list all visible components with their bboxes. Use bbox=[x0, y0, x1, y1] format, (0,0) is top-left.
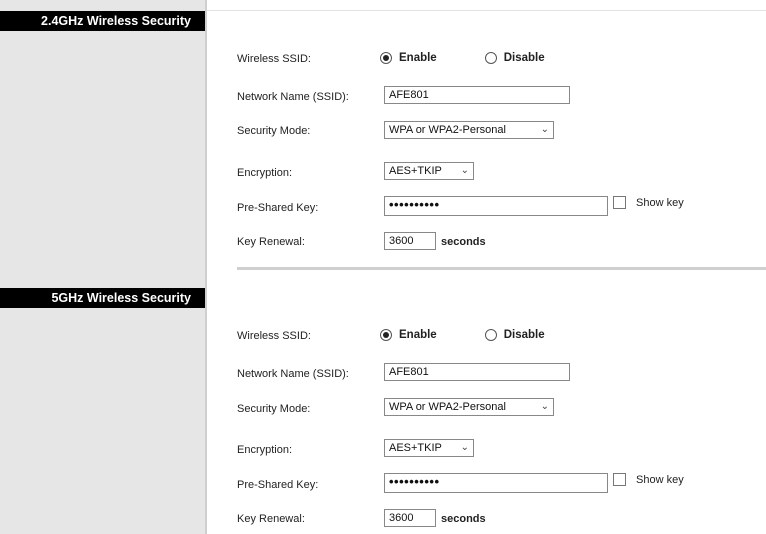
enable-radio-label[interactable]: Enable bbox=[399, 329, 437, 341]
security-mode-value: WPA or WPA2-Personal bbox=[389, 401, 506, 413]
vertical-divider bbox=[205, 0, 207, 534]
chevron-down-icon: ⌄ bbox=[460, 165, 469, 176]
radio-selected-dot bbox=[383, 55, 389, 61]
show-key-checkbox[interactable] bbox=[613, 473, 626, 486]
pre-shared-key-label: Pre-Shared Key: bbox=[237, 202, 319, 214]
key-renewal-input[interactable]: 3600 bbox=[384, 509, 436, 527]
encryption-value: AES+TKIP bbox=[389, 165, 442, 177]
radio-selected-dot bbox=[383, 332, 389, 338]
disable-radio-label[interactable]: Disable bbox=[504, 52, 545, 64]
network-name-input[interactable]: AFE801 bbox=[384, 363, 570, 381]
encryption-label: Encryption: bbox=[237, 444, 293, 456]
show-key-checkbox[interactable] bbox=[613, 196, 626, 209]
enable-radio-label[interactable]: Enable bbox=[399, 52, 437, 64]
encryption-value: AES+TKIP bbox=[389, 442, 442, 454]
wireless-security-page: 2.4GHz Wireless Security Wireless SSID: … bbox=[0, 0, 766, 534]
security-mode-label: Security Mode: bbox=[237, 403, 311, 415]
encryption-select[interactable]: AES+TKIP ⌄ bbox=[384, 439, 474, 457]
security-mode-label: Security Mode: bbox=[237, 125, 311, 137]
security-mode-value: WPA or WPA2-Personal bbox=[389, 124, 506, 136]
network-name-label: Network Name (SSID): bbox=[237, 91, 349, 103]
chevron-down-icon: ⌄ bbox=[540, 401, 549, 412]
section-title-5ghz: 5GHz Wireless Security bbox=[0, 288, 205, 308]
seconds-label: seconds bbox=[441, 513, 486, 525]
enable-radio[interactable] bbox=[380, 329, 392, 341]
key-renewal-label: Key Renewal: bbox=[237, 513, 305, 525]
network-name-label: Network Name (SSID): bbox=[237, 368, 349, 380]
encryption-select[interactable]: AES+TKIP ⌄ bbox=[384, 162, 474, 180]
pre-shared-key-input[interactable]: •••••••••• bbox=[384, 196, 608, 216]
section-separator bbox=[237, 267, 766, 270]
sidebar-panel bbox=[0, 0, 205, 534]
pre-shared-key-label: Pre-Shared Key: bbox=[237, 479, 319, 491]
key-renewal-input[interactable]: 3600 bbox=[384, 232, 436, 250]
wireless-ssid-label: Wireless SSID: bbox=[237, 53, 311, 65]
wireless-ssid-radio-group: Enable Disable bbox=[380, 52, 545, 64]
section-title-2-4ghz: 2.4GHz Wireless Security bbox=[0, 11, 205, 31]
security-mode-select[interactable]: WPA or WPA2-Personal ⌄ bbox=[384, 398, 554, 416]
enable-radio[interactable] bbox=[380, 52, 392, 64]
wireless-ssid-radio-group: Enable Disable bbox=[380, 329, 545, 341]
network-name-input[interactable]: AFE801 bbox=[384, 86, 570, 104]
disable-radio[interactable] bbox=[484, 52, 497, 64]
encryption-label: Encryption: bbox=[237, 167, 293, 179]
seconds-label: seconds bbox=[441, 236, 486, 248]
wireless-ssid-label: Wireless SSID: bbox=[237, 330, 311, 342]
chevron-down-icon: ⌄ bbox=[540, 124, 549, 135]
disable-radio-label[interactable]: Disable bbox=[504, 329, 545, 341]
show-key-label[interactable]: Show key bbox=[636, 474, 684, 486]
security-mode-select[interactable]: WPA or WPA2-Personal ⌄ bbox=[384, 121, 554, 139]
key-renewal-label: Key Renewal: bbox=[237, 236, 305, 248]
disable-radio[interactable] bbox=[484, 329, 497, 341]
show-key-label[interactable]: Show key bbox=[636, 197, 684, 209]
top-divider bbox=[207, 10, 766, 11]
chevron-down-icon: ⌄ bbox=[460, 442, 469, 453]
pre-shared-key-input[interactable]: •••••••••• bbox=[384, 473, 608, 493]
